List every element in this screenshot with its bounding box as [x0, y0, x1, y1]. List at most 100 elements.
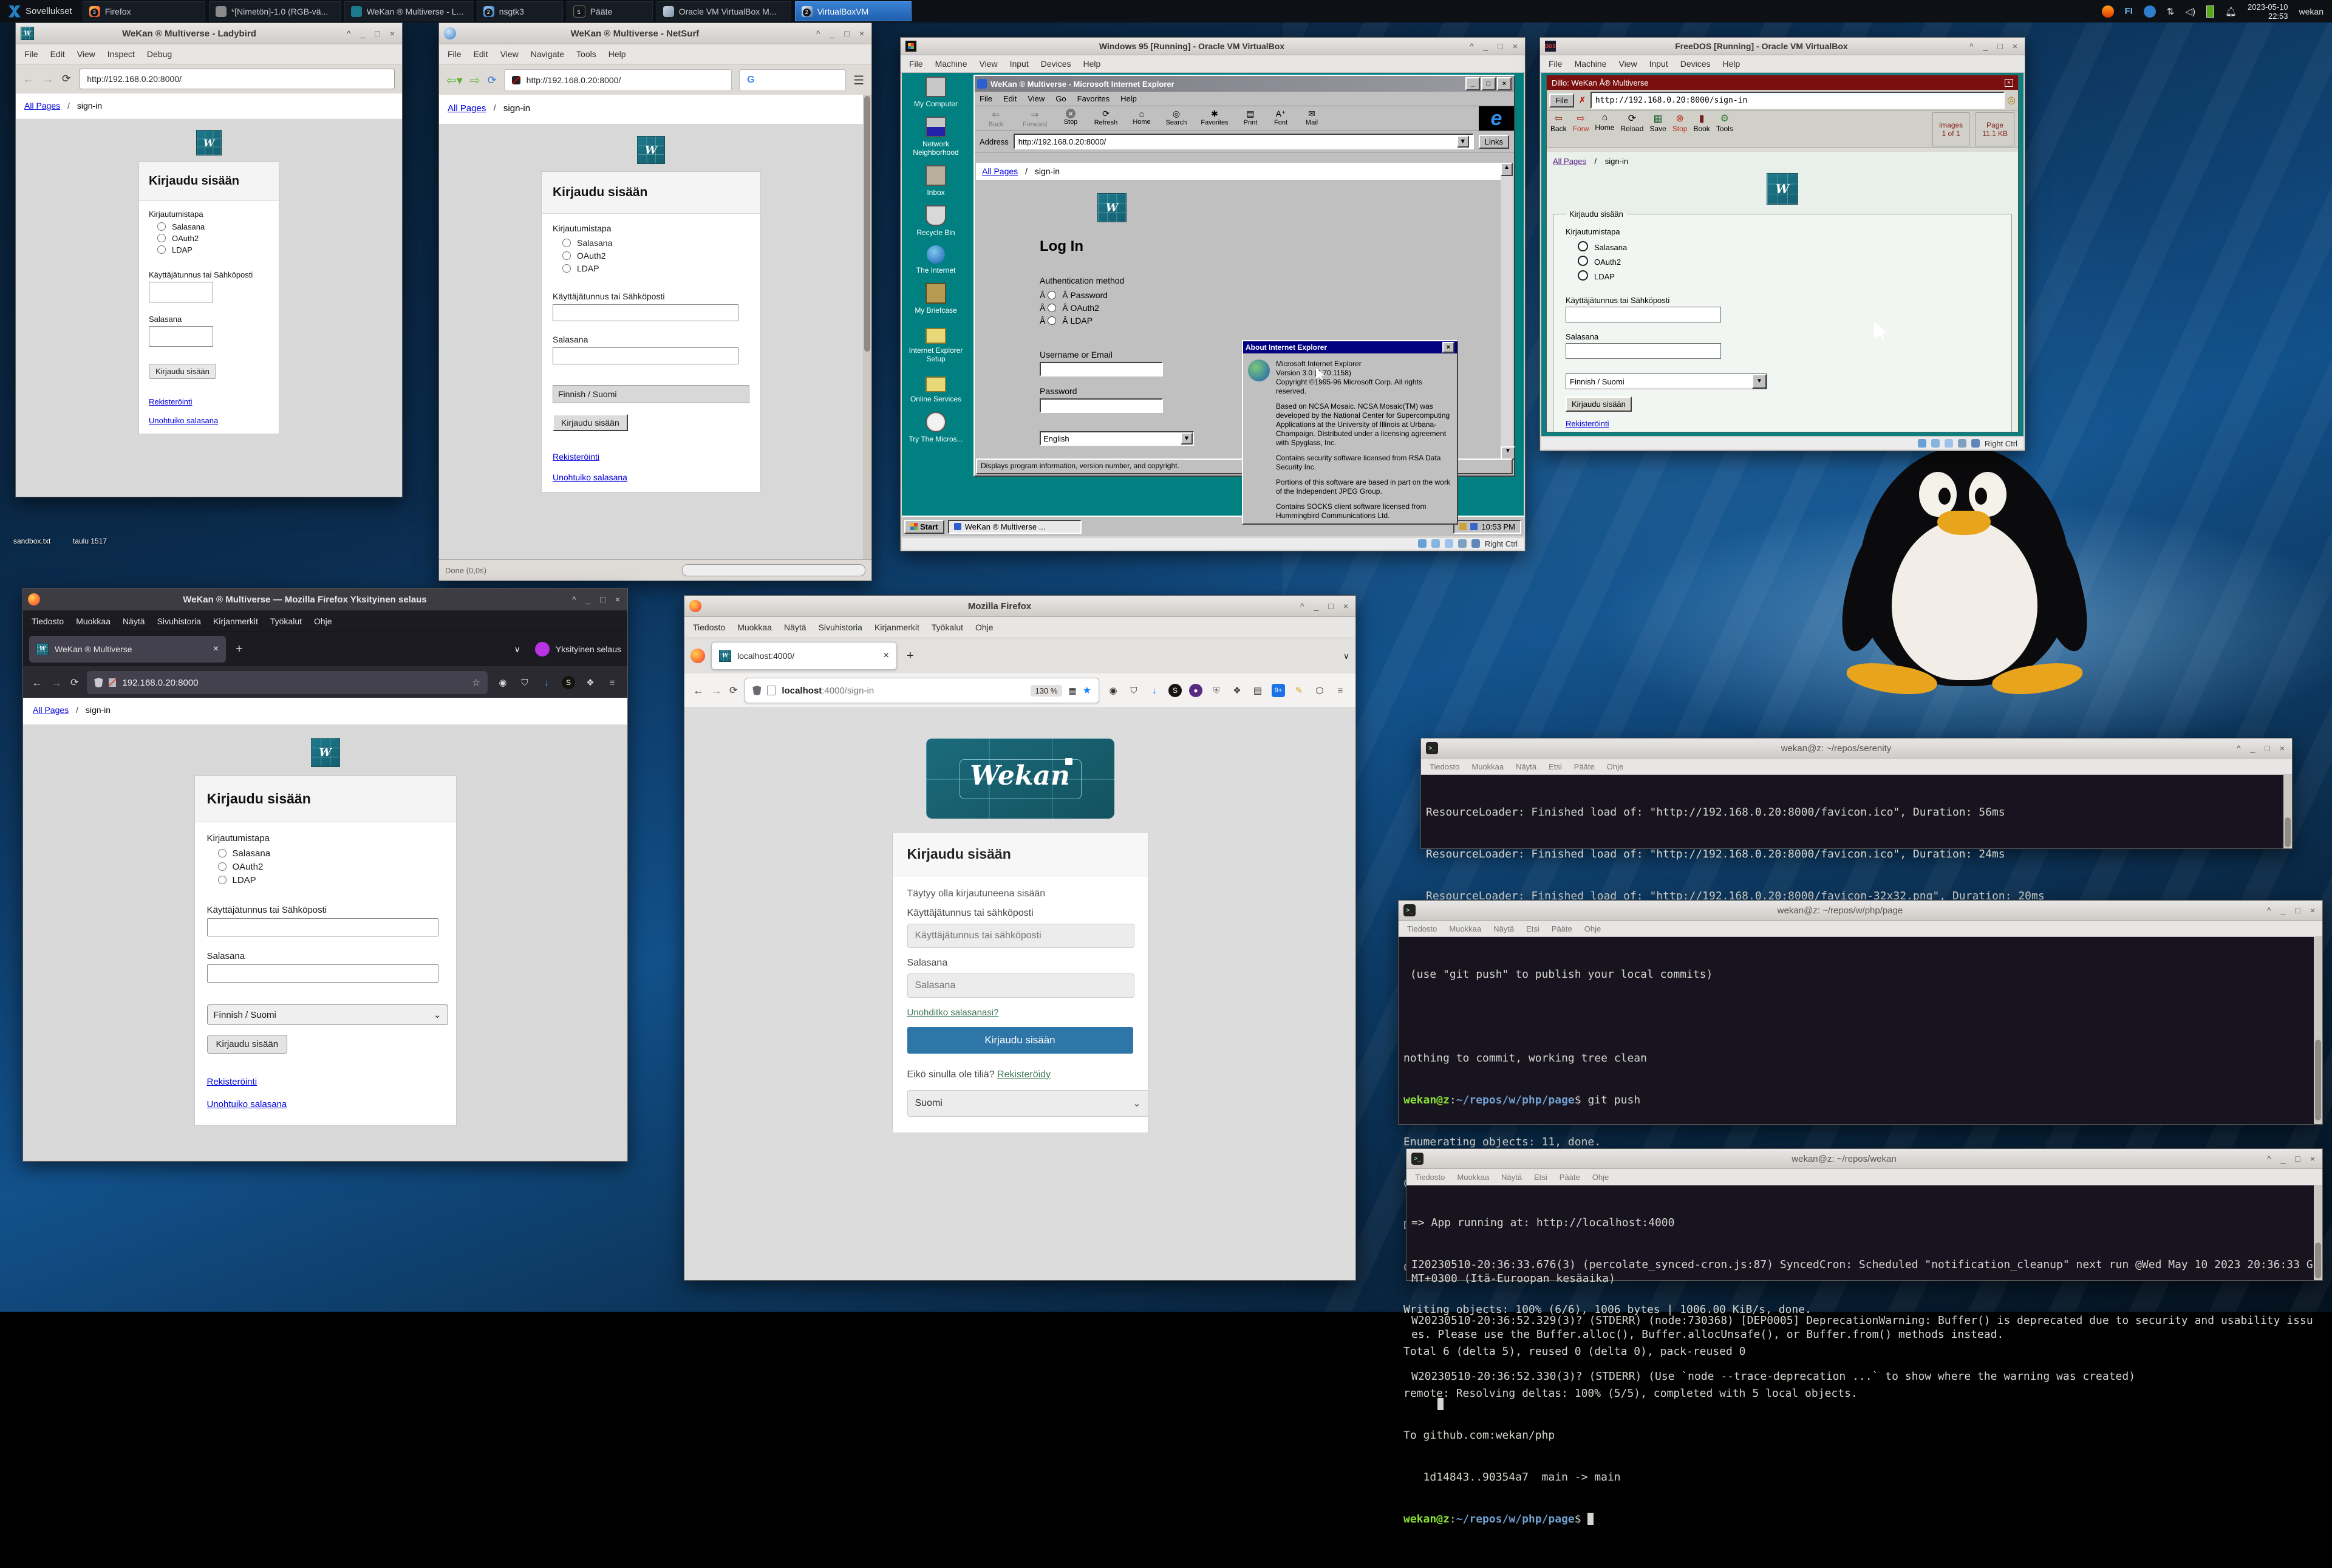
- close-icon[interactable]: ×: [1442, 342, 1454, 353]
- password-field[interactable]: [149, 326, 213, 347]
- forward-icon[interactable]: ⇨: [470, 73, 480, 88]
- download-icon[interactable]: ↓: [540, 676, 553, 689]
- menu-item[interactable]: Kirjanmerkit: [874, 622, 919, 632]
- new-tab-button[interactable]: +: [907, 649, 914, 663]
- download-icon[interactable]: ↓: [1148, 684, 1161, 697]
- radio-ldap[interactable]: [157, 245, 166, 254]
- language-select[interactable]: Finnish / Suomi: [553, 385, 749, 403]
- scrollbar[interactable]: [863, 95, 871, 560]
- stop-button[interactable]: ⊗Stop: [1672, 112, 1688, 146]
- register-link[interactable]: Rekisteröinti: [207, 1077, 257, 1087]
- fingerprint-icon[interactable]: ◉: [496, 676, 510, 689]
- reload-icon[interactable]: ⟳: [488, 74, 497, 87]
- hide-icon[interactable]: _: [1314, 601, 1319, 611]
- radio-password[interactable]: [562, 239, 571, 247]
- terminal-titlebar[interactable]: >_ wekan@z: ~/repos/serenity ^_□×: [1421, 738, 2292, 758]
- menu-item[interactable]: Muokkaa: [1457, 1173, 1489, 1182]
- mail-button[interactable]: ✉Mail: [1298, 109, 1326, 128]
- search-button[interactable]: ◎Search: [1161, 109, 1192, 128]
- file-menu-button[interactable]: File: [1549, 94, 1574, 107]
- tab-localhost[interactable]: W localhost:4000/ ×: [711, 642, 897, 670]
- register-link[interactable]: Rekisteröinti: [553, 452, 599, 462]
- radio-password[interactable]: [218, 849, 227, 857]
- forgot-password-link[interactable]: Unohtuiko salasana: [207, 1099, 287, 1110]
- breadcrumb-all-pages[interactable]: All Pages: [982, 166, 1018, 176]
- start-button[interactable]: Start: [904, 520, 944, 534]
- back-button[interactable]: ⇐Back: [978, 109, 1014, 128]
- menu-item[interactable]: Devices: [1041, 59, 1071, 69]
- menu-item[interactable]: Tools: [576, 49, 596, 59]
- hide-icon[interactable]: _: [586, 595, 591, 604]
- menu-item[interactable]: Sivuhistoria: [157, 616, 201, 626]
- menu-item[interactable]: Devices: [1680, 59, 1711, 69]
- back-icon[interactable]: ⇦▾: [446, 73, 463, 88]
- close-icon[interactable]: ×: [615, 595, 620, 604]
- register-link[interactable]: Rekisteröidy: [997, 1069, 1051, 1080]
- print-button[interactable]: ▤Print: [1237, 109, 1264, 128]
- close-icon[interactable]: ×: [2310, 1154, 2315, 1164]
- menu-item[interactable]: Etsi: [1549, 762, 1562, 771]
- network-icon[interactable]: ⇅: [2167, 6, 2175, 17]
- username-field[interactable]: [1040, 362, 1163, 377]
- search-icon[interactable]: ◎: [2007, 94, 2016, 106]
- menu-item[interactable]: Kirjanmerkit: [213, 616, 258, 626]
- applications-menu-button[interactable]: Sovellukset: [0, 0, 81, 22]
- signin-button[interactable]: Kirjaudu sisään: [553, 414, 628, 431]
- terminal-output[interactable]: => App running at: http://localhost:4000…: [1406, 1185, 2322, 1280]
- menu-item[interactable]: Tiedosto: [32, 616, 64, 626]
- forward-icon[interactable]: →: [43, 73, 53, 86]
- refresh-button[interactable]: ⟳Refresh: [1089, 109, 1123, 128]
- hide-icon[interactable]: _: [2281, 1154, 2286, 1164]
- signin-button[interactable]: Kirjaudu sisään: [207, 1035, 288, 1054]
- menu-item[interactable]: Debug: [147, 49, 172, 59]
- links-button[interactable]: Links: [1479, 135, 1509, 149]
- maximize-icon[interactable]: □: [2265, 743, 2269, 753]
- menu-item[interactable]: Ohje: [314, 616, 332, 626]
- shield-check-icon[interactable]: ⛉: [1127, 684, 1140, 697]
- desktop-icon-my-computer[interactable]: My Computer: [904, 77, 967, 108]
- desktop-icon-recycle-bin[interactable]: Recycle Bin: [904, 205, 967, 237]
- highlighter-extension-icon[interactable]: ✎: [1292, 684, 1306, 697]
- zoom-level-badge[interactable]: 130 %: [1031, 685, 1063, 697]
- hp-tool-icon[interactable]: [2144, 5, 2156, 18]
- radio-ldap[interactable]: [1578, 270, 1588, 281]
- minimize-icon[interactable]: ^: [816, 29, 820, 38]
- back-icon[interactable]: ←: [693, 684, 704, 697]
- terminal-titlebar[interactable]: >_ wekan@z: ~/repos/wekan ^_□×: [1406, 1149, 2322, 1169]
- menu-item[interactable]: View: [500, 49, 519, 59]
- keyboard-layout-indicator[interactable]: FI: [2125, 6, 2133, 16]
- maximize-icon[interactable]: □: [2295, 1154, 2300, 1164]
- font-button[interactable]: A⁺Font: [1267, 109, 1294, 128]
- username-field[interactable]: [207, 918, 438, 936]
- new-tab-button[interactable]: +: [236, 643, 243, 656]
- scrollbar[interactable]: [2283, 775, 2292, 848]
- radio-oauth2[interactable]: [157, 234, 166, 242]
- ublock-extension-icon[interactable]: 9+: [1272, 684, 1285, 697]
- url-bar[interactable]: 192.168.0.20:8000 ☆: [87, 671, 488, 694]
- url-bar[interactable]: http://192.168.0.20:8000/sign-in: [1590, 92, 2005, 109]
- reload-icon[interactable]: ⟳: [62, 73, 70, 85]
- notification-bell-icon[interactable]: 🔔︎: [2225, 6, 2237, 17]
- bookmarks-button[interactable]: ▮Book: [1693, 112, 1710, 146]
- tab-close-icon[interactable]: ×: [884, 650, 889, 661]
- minimize-icon[interactable]: ^: [2267, 1154, 2271, 1164]
- close-icon[interactable]: ×: [390, 29, 395, 38]
- menu-item[interactable]: File: [980, 94, 992, 103]
- menu-item[interactable]: Navigate: [531, 49, 564, 59]
- username-field[interactable]: [907, 924, 1134, 948]
- tab-close-icon[interactable]: ×: [213, 644, 219, 655]
- radio-ldap[interactable]: [1048, 316, 1056, 325]
- menu-item[interactable]: Help: [1083, 59, 1101, 69]
- save-button[interactable]: ▦Save: [1649, 112, 1666, 146]
- back-icon[interactable]: ←: [23, 73, 34, 86]
- signin-button[interactable]: Kirjaudu sisään: [149, 364, 216, 379]
- radio-password[interactable]: [1578, 241, 1588, 251]
- breadcrumb-all-pages[interactable]: All Pages: [24, 101, 60, 111]
- menu-item[interactable]: File: [24, 49, 38, 59]
- terminal-output[interactable]: (use "git push" to publish your local co…: [1399, 937, 2322, 1124]
- password-field[interactable]: [1040, 398, 1163, 413]
- desktop-icon-msn[interactable]: Try The Micros...: [904, 412, 967, 443]
- menu-item[interactable]: Input: [1649, 59, 1668, 69]
- taskbar-item-gimp[interactable]: *[Nimetön]-1.0 (RGB-vä...: [209, 1, 341, 21]
- radio-ldap[interactable]: [218, 876, 227, 884]
